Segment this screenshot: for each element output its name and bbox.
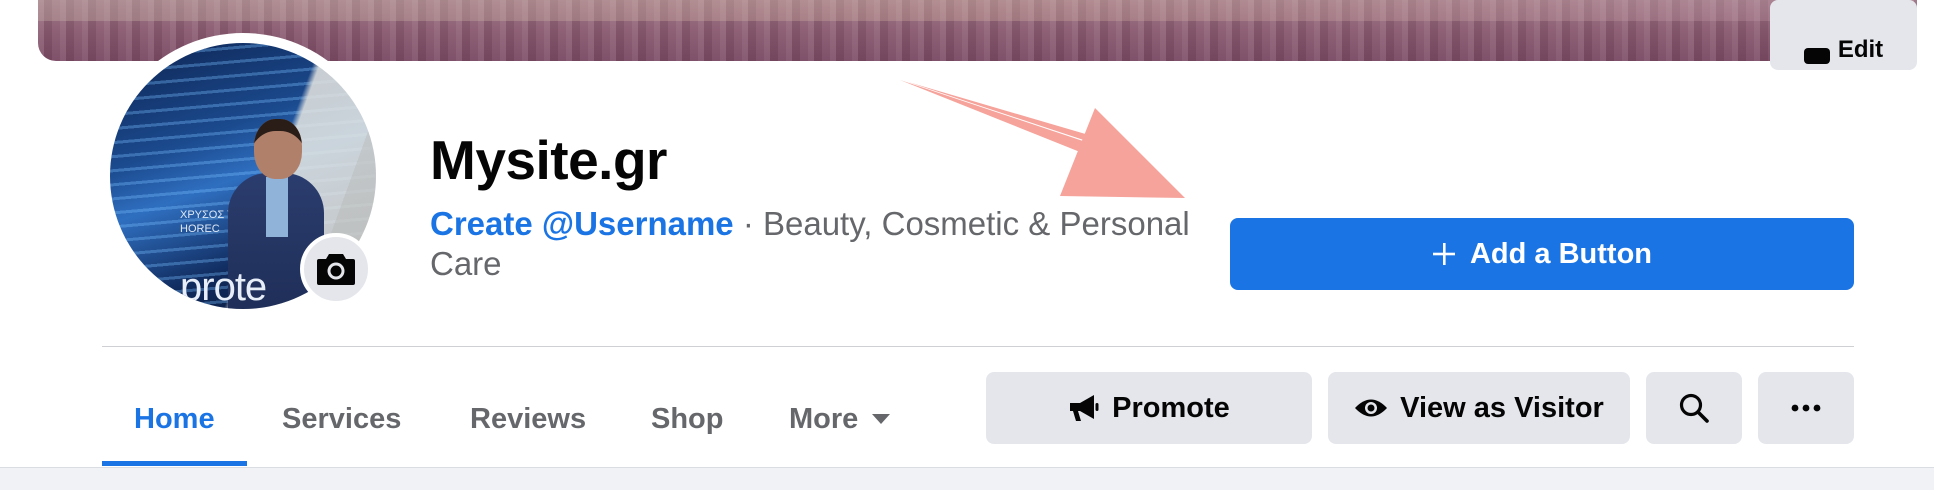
tab-home[interactable]: Home	[102, 372, 247, 466]
cover-edit-label: Edit	[1837, 36, 1884, 63]
eye-icon	[1355, 399, 1388, 417]
camera-icon	[1803, 48, 1830, 64]
add-a-button[interactable]: Add a Button	[1230, 218, 1854, 290]
view-as-visitor-label: View as Visitor	[1400, 391, 1604, 424]
plus-icon	[1432, 243, 1455, 265]
view-as-visitor-button[interactable]: View as Visitor	[1328, 372, 1630, 444]
cover-edit-button[interactable]: Edit	[1770, 0, 1917, 70]
avatar-brand-text: prote	[180, 265, 267, 309]
annotation-arrow	[900, 80, 1185, 198]
avatar-sign-text: ΧΡΥΣΟΣ Υ HOREC	[180, 209, 234, 235]
promote-button[interactable]: Promote	[986, 372, 1312, 444]
tab-reviews[interactable]: Reviews	[438, 372, 618, 466]
page-header: Edit ΧΡΥΣΟΣ Υ HOREC prote Mysite.gr Crea…	[0, 0, 1934, 490]
avatar-person-shirt	[266, 177, 288, 237]
cover-photo[interactable]	[38, 0, 1917, 61]
update-avatar-button[interactable]	[300, 233, 372, 305]
caret-down-icon	[872, 414, 891, 424]
create-username-link[interactable]: Create @Username	[430, 205, 734, 242]
tab-services[interactable]: Services	[250, 372, 433, 466]
add-a-button-label: Add a Button	[1469, 237, 1652, 270]
tab-label: Shop	[651, 402, 724, 435]
tab-label: Reviews	[470, 402, 587, 435]
camera-icon	[317, 254, 355, 285]
promote-label: Promote	[1112, 391, 1230, 424]
search-button[interactable]	[1646, 372, 1742, 444]
page-subline: Create @Username · Beauty, Cosmetic & Pe…	[430, 204, 1210, 284]
more-dots-icon	[1791, 404, 1821, 412]
tab-shop[interactable]: Shop	[619, 372, 756, 466]
page-title: Mysite.gr	[430, 129, 667, 191]
search-icon	[1679, 393, 1709, 423]
avatar-person-head	[254, 119, 302, 179]
active-tab-indicator	[102, 461, 247, 466]
divider	[102, 346, 1854, 347]
page-background-band	[0, 467, 1934, 490]
more-options-button[interactable]	[1758, 372, 1854, 444]
tab-more[interactable]: More	[757, 372, 922, 466]
megaphone-icon	[1070, 395, 1099, 421]
tab-label: More	[789, 402, 859, 435]
tab-label: Services	[282, 402, 402, 435]
subline-separator: ·	[733, 205, 763, 242]
tab-label: Home	[134, 402, 215, 435]
